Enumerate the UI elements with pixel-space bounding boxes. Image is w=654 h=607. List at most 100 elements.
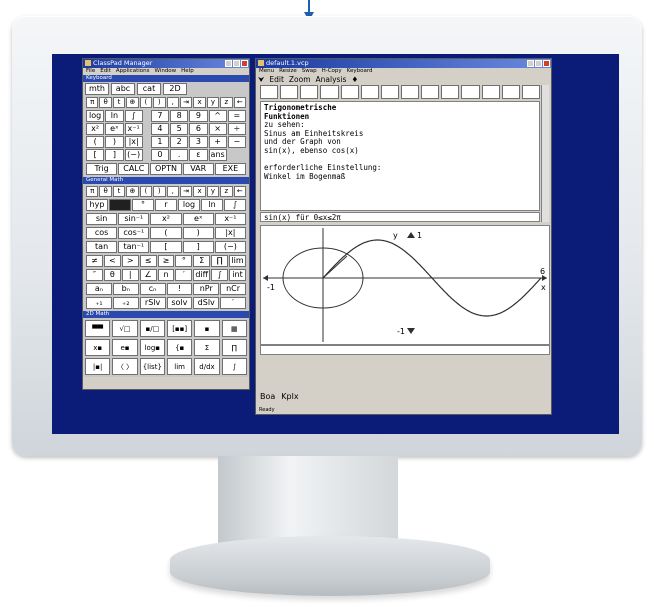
maximize-icon[interactable] [233,60,240,67]
general-math-key[interactable]: ⇥ [179,186,193,197]
keyboard-key[interactable]: z [220,97,233,108]
keyboard-key[interactable]: π [86,97,99,108]
document-titlebar[interactable]: default.1.vcp [256,59,551,68]
keyboard-key[interactable]: x² [86,123,105,135]
keyboard-tab[interactable]: mth [85,83,109,95]
keyboard-key[interactable]: ε [189,149,208,161]
general-math-key[interactable]: ′ [220,297,246,309]
keyboard-key[interactable]: ln [105,110,124,122]
general-math-key[interactable]: solv [166,297,193,309]
general-math-key[interactable]: ln [201,199,223,211]
toolbar-button-icon[interactable] [421,85,440,99]
keyboard-key[interactable]: ÷ [227,123,246,135]
general-math-key[interactable]: tan⁻¹ [118,241,150,253]
keyboard-key[interactable]: x [193,97,206,108]
power-icon[interactable]: x▪ [85,339,111,356]
general-math-key[interactable]: t [112,186,126,197]
brace-icon[interactable]: 〈 〉 [112,358,138,375]
dropdown-chevron-icon[interactable]: ⮟ [258,76,264,84]
keyboard-key[interactable]: EXE [214,163,246,175]
keyboard-key[interactable]: , [166,97,179,108]
general-math-key[interactable]: x⁻¹ [214,213,246,225]
toolbar-button-icon[interactable] [461,85,480,99]
keyboard-key[interactable]: 2 [170,136,189,148]
log-base-icon[interactable]: log▪ [139,339,165,356]
menu-item[interactable]: Keyboard [347,68,373,75]
menu-item[interactable]: File [86,68,95,75]
keyboard-key[interactable]: x⁻¹ [124,123,143,135]
keyboard-key[interactable]: θ [99,97,112,108]
bottom-tab[interactable]: Kplx [281,392,298,401]
keyboard-key[interactable]: ∫ [124,110,143,122]
general-math-key[interactable]: cos [86,227,118,239]
general-math-key[interactable]: int [229,269,246,281]
general-math-key[interactable]: bₙ [112,283,139,295]
menu-item[interactable]: Menu [259,68,274,75]
piecewise-icon[interactable]: {▪ [167,339,193,356]
general-math-key[interactable]: diff [193,269,211,281]
integral-icon[interactable]: ∫ [221,358,247,375]
toolbar-button-icon[interactable] [340,85,359,99]
general-math-key[interactable]: ′ [175,269,193,281]
general-math-key[interactable]: ] [182,241,214,253]
sum-icon[interactable]: Σ [194,339,220,356]
general-math-key[interactable]: (−) [214,241,246,253]
keyboard-key[interactable]: OPTN [150,163,182,175]
general-math-key[interactable]: ( [150,227,182,239]
keyboard-key[interactable]: − [227,136,246,148]
keyboard-key[interactable]: 4 [150,123,169,135]
keyboard-key[interactable]: 3 [189,136,208,148]
toolbar-button-icon[interactable] [441,85,460,99]
list-icon[interactable]: {list} [139,358,165,375]
general-math-key[interactable]: tan [86,241,118,253]
general-math-key[interactable]: lim [229,255,246,267]
exp-icon[interactable]: e▪ [112,339,138,356]
general-math-key[interactable]: | [121,269,139,281]
keyboard-key[interactable]: + [208,136,227,148]
keyboard-key[interactable]: CALC [118,163,150,175]
general-math-key[interactable]: ← [233,186,246,197]
bracket-icon[interactable]: [▪▪] [167,320,193,337]
document-scrollbar[interactable] [541,85,549,222]
general-math-key[interactable]: θ [99,186,112,197]
general-math-key[interactable]: z [220,186,233,197]
general-math-key[interactable]: x [193,186,206,197]
keyboard-key[interactable]: ← [233,97,246,108]
toolbar-button-icon[interactable] [400,85,420,99]
general-math-key[interactable]: ≤ [139,255,157,267]
general-math-key[interactable]: dSlv [193,297,220,309]
formula-input[interactable]: sin(x) für 0≤x≤2π [260,212,540,222]
grid-icon[interactable]: ▦ [221,320,247,337]
graph-entry-line[interactable] [260,345,550,355]
general-math-key[interactable]: [ [150,241,182,253]
general-math-key[interactable]: sin [86,213,118,225]
general-math-key[interactable]: ° [175,255,193,267]
general-math-key[interactable]: ∫ [211,269,229,281]
keyboard-key[interactable]: ⇥ [179,97,193,108]
general-math-key[interactable]: ″ [86,269,103,281]
general-math-key[interactable]: nCr [220,283,246,295]
keyboard-key[interactable]: 0 [150,149,169,161]
fraction-icon[interactable]: ▪/□ [139,320,165,337]
minimize-icon[interactable] [527,60,534,67]
keyboard-key[interactable]: 9 [189,110,208,122]
general-math-key[interactable]: < [103,255,121,267]
keyboard-key[interactable]: ( [139,97,153,108]
toolbar-button-icon[interactable] [360,85,379,99]
menu-item[interactable]: Edit [100,68,111,75]
general-math-key[interactable]: eˣ [182,213,214,225]
general-math-key[interactable]: > [121,255,139,267]
keyboard-key[interactable]: VAR [182,163,214,175]
keyboard-key[interactable]: ) [105,136,124,148]
column-icon[interactable]: ▪ [194,320,220,337]
menu-item[interactable]: Window [154,68,176,75]
toolbar-button-icon[interactable] [501,85,520,99]
close-icon[interactable] [241,60,248,67]
toolbar-button-icon[interactable] [280,85,299,99]
general-math-key[interactable]: x² [150,213,182,225]
general-math-key[interactable]: π [86,186,99,197]
keyboard-key[interactable]: ] [105,149,124,161]
keyboard-tab[interactable]: 2D [163,83,187,95]
derivative-icon[interactable]: d/dx [194,358,220,375]
general-math-key[interactable]: ∫ [224,199,246,211]
